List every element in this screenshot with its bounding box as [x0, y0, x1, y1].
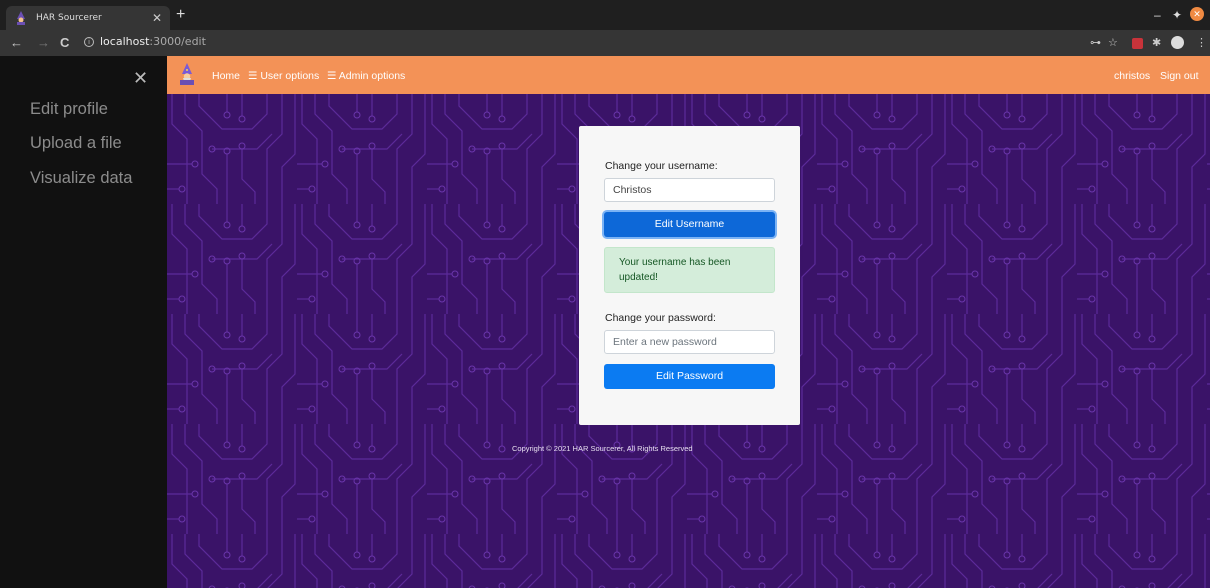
- forward-icon[interactable]: →: [37, 35, 50, 50]
- sidebar-item-visualize-data[interactable]: Visualize data: [30, 169, 132, 188]
- tab-title: HAR Sourcerer: [36, 13, 102, 23]
- nav-user-options[interactable]: ☰ User options: [248, 70, 319, 82]
- wizard-icon[interactable]: [177, 63, 197, 85]
- nav-admin-options[interactable]: ☰ Admin options: [327, 70, 405, 82]
- sidebar-item-upload-file[interactable]: Upload a file: [30, 134, 122, 153]
- close-icon[interactable]: ✕: [133, 68, 148, 89]
- maximize-icon[interactable]: ✦: [1172, 8, 1182, 22]
- reload-icon[interactable]: C: [60, 35, 69, 50]
- main-content: Home ☰ User options ☰ Admin options chri…: [167, 56, 1210, 588]
- url-path: :3000/edit: [149, 35, 206, 48]
- tab-close-icon[interactable]: ✕: [152, 11, 162, 25]
- puzzle-icon[interactable]: ✱: [1152, 36, 1161, 49]
- browser-tab[interactable]: HAR Sourcerer ✕: [6, 6, 170, 30]
- username-label: Change your username:: [605, 160, 718, 172]
- username-input[interactable]: [604, 178, 775, 202]
- url-field[interactable]: i localhost:3000/edit: [84, 35, 206, 48]
- url-host: localhost: [100, 35, 150, 48]
- top-navbar: Home ☰ User options ☰ Admin options chri…: [167, 56, 1210, 94]
- nav-home-link[interactable]: Home: [212, 70, 240, 82]
- extension-icon[interactable]: [1132, 38, 1143, 49]
- wizard-icon: [17, 11, 25, 25]
- edit-password-button[interactable]: Edit Password: [604, 364, 775, 389]
- new-tab-icon[interactable]: +: [176, 6, 185, 24]
- browser-tab-bar: HAR Sourcerer ✕ + – ✦ ✕: [0, 0, 1210, 30]
- key-icon[interactable]: ⊶: [1090, 36, 1101, 49]
- back-icon[interactable]: ←: [10, 35, 23, 50]
- nav-username-link[interactable]: christos: [1114, 70, 1150, 82]
- sidebar: ✕ Edit profile Upload a file Visualize d…: [0, 56, 167, 588]
- nav-sign-out-link[interactable]: Sign out: [1160, 70, 1199, 82]
- edit-username-button[interactable]: Edit Username: [604, 212, 775, 237]
- copyright-text: Copyright © 2021 HAR Sourcerer, All Righ…: [512, 444, 693, 453]
- info-icon[interactable]: i: [84, 36, 94, 47]
- menu-dots-icon[interactable]: ⋮: [1196, 36, 1207, 49]
- password-input[interactable]: [604, 330, 775, 354]
- password-label: Change your password:: [605, 312, 716, 324]
- window-close-icon[interactable]: ✕: [1190, 7, 1204, 21]
- address-bar: ← → C i localhost:3000/edit ⊶ ☆ ✱ ⋮: [0, 30, 1210, 56]
- success-alert: Your username has been updated!: [604, 247, 775, 293]
- sidebar-item-edit-profile[interactable]: Edit profile: [30, 100, 108, 119]
- minimize-icon[interactable]: –: [1154, 8, 1161, 22]
- bookmark-star-icon[interactable]: ☆: [1108, 36, 1118, 49]
- edit-profile-card: Change your username: Edit Username Your…: [579, 126, 800, 425]
- account-icon[interactable]: [1171, 36, 1184, 49]
